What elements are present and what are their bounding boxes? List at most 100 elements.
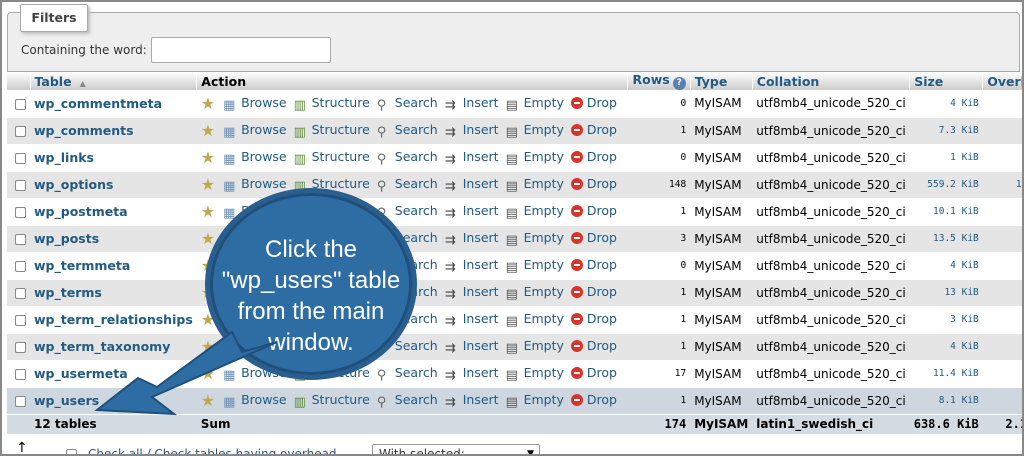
browse-action[interactable]: ▦ Browse	[223, 149, 287, 167]
table-row[interactable]: wp_terms★▦Browse▥Structure⚲Search⇉Insert…	[7, 279, 1022, 307]
table-name-link[interactable]: wp_links	[34, 150, 94, 165]
size-value[interactable]: 13 KiB	[909, 279, 983, 307]
search-action[interactable]: ⚲ Search	[377, 95, 438, 113]
row-checkbox[interactable]	[15, 396, 26, 407]
table-name-link[interactable]: wp_terms	[34, 285, 102, 300]
empty-action[interactable]: ▤ Empty	[506, 95, 564, 113]
filter-input[interactable]	[151, 37, 331, 63]
drop-action[interactable]: Drop	[570, 95, 617, 110]
insert-action[interactable]: ⇉ Insert	[445, 257, 499, 275]
favorite-star-icon[interactable]: ★	[201, 175, 215, 194]
table-row[interactable]: wp_commentmeta ★ ▦ Browse ▥ Structure ⚲ Search ⇉…	[7, 90, 1022, 118]
favorite-star-icon[interactable]: ★	[201, 121, 215, 140]
search-action[interactable]: ⚲ Search	[377, 149, 438, 167]
overhead-value[interactable]	[982, 252, 1022, 280]
header-rows-label[interactable]: Rows	[632, 72, 669, 87]
row-checkbox[interactable]	[15, 342, 26, 353]
check-all-link[interactable]: Check all / Check tables having overhead	[88, 447, 337, 454]
size-value[interactable]: 559.2 KiB	[909, 171, 983, 199]
header-overhead[interactable]: Overhead	[982, 72, 1022, 90]
size-value[interactable]: 4 KiB	[909, 90, 983, 118]
empty-action[interactable]: ▤ Empty	[506, 311, 564, 329]
insert-action[interactable]: ⇉ Insert	[445, 149, 499, 167]
overhead-value[interactable]: 1.8 KiB	[982, 171, 1022, 199]
favorite-star-icon[interactable]: ★	[201, 391, 215, 410]
overhead-value[interactable]	[982, 279, 1022, 307]
table-name-link[interactable]: wp_posts	[34, 231, 99, 246]
row-checkbox[interactable]	[15, 261, 26, 272]
favorite-star-icon[interactable]: ★	[201, 364, 215, 383]
header-collation[interactable]: Collation	[752, 72, 911, 90]
overhead-value[interactable]: 340 B	[982, 360, 1022, 388]
browse-action[interactable]: ▦ Browse	[223, 392, 287, 410]
insert-action[interactable]: ⇉ Insert	[445, 230, 499, 248]
header-rows[interactable]: Rows?	[627, 72, 691, 90]
empty-action[interactable]: ▤ Empty	[506, 338, 564, 356]
insert-action[interactable]: ⇉ Insert	[445, 284, 499, 302]
drop-action[interactable]: Drop	[570, 122, 617, 137]
table-row[interactable]: wp_comments ★ ▦ Browse ▥ Structure ⚲ Search ⇉ Ins…	[7, 117, 1022, 145]
empty-action[interactable]: ▤ Empty	[506, 257, 564, 275]
overhead-value[interactable]	[982, 306, 1022, 334]
with-selected-dropdown[interactable]: With selected: ▼	[372, 444, 540, 454]
drop-action[interactable]: Drop	[570, 311, 617, 326]
size-value[interactable]: 13.5 KiB	[909, 225, 983, 253]
table-name-link[interactable]: wp_commentmeta	[34, 96, 162, 111]
empty-action[interactable]: ▤ Empty	[506, 392, 564, 410]
empty-action[interactable]: ▤ Empty	[506, 122, 564, 140]
structure-action[interactable]: ▥ Structure	[294, 392, 370, 410]
favorite-star-icon[interactable]: ★	[201, 202, 215, 221]
empty-action[interactable]: ▤ Empty	[506, 176, 564, 194]
insert-action[interactable]: ⇉ Insert	[445, 203, 499, 221]
row-checkbox[interactable]	[15, 234, 26, 245]
drop-action[interactable]: Drop	[570, 392, 617, 407]
table-row[interactable]: wp_term_taxonomy★▦Browse▥Structure⚲Searc…	[7, 333, 1022, 361]
header-table-label[interactable]: Table	[35, 74, 72, 89]
structure-action[interactable]: ▥ Structure	[294, 122, 370, 140]
drop-action[interactable]: Drop	[570, 338, 617, 353]
favorite-star-icon[interactable]: ★	[201, 148, 215, 167]
table-row[interactable]: wp_termmeta★▦Browse▥Structure⚲Search⇉Ins…	[7, 252, 1022, 280]
overhead-value[interactable]	[982, 198, 1022, 226]
table-name-link[interactable]: wp_termmeta	[34, 258, 130, 273]
row-checkbox[interactable]	[15, 126, 26, 137]
row-checkbox[interactable]	[15, 315, 26, 326]
insert-action[interactable]: ⇉ Insert	[445, 311, 499, 329]
overhead-value[interactable]	[982, 117, 1022, 145]
insert-action[interactable]: ⇉ Insert	[445, 392, 499, 410]
size-value[interactable]: 11.4 KiB	[909, 360, 983, 388]
row-checkbox[interactable]	[15, 153, 26, 164]
empty-action[interactable]: ▤ Empty	[506, 230, 564, 248]
structure-action[interactable]: ▥ Structure	[294, 149, 370, 167]
header-table[interactable]: Table ▲	[30, 72, 198, 90]
table-name-link[interactable]: wp_term_taxonomy	[34, 339, 170, 354]
drop-action[interactable]: Drop	[570, 149, 617, 164]
overhead-value[interactable]	[982, 387, 1022, 415]
table-row[interactable]: wp_usermeta★▦Browse▥Structure⚲Search⇉Ins…	[7, 360, 1022, 388]
drop-action[interactable]: Drop	[570, 203, 617, 218]
drop-action[interactable]: Drop	[570, 365, 617, 380]
header-size[interactable]: Size	[909, 72, 984, 90]
insert-action[interactable]: ⇉ Insert	[445, 176, 499, 194]
structure-action[interactable]: ▥ Structure	[294, 95, 370, 113]
size-value[interactable]: 1 KiB	[909, 144, 983, 172]
favorite-star-icon[interactable]: ★	[201, 94, 215, 113]
table-row[interactable]: wp_posts★▦Browse▥Structure⚲Search⇉Insert…	[7, 225, 1022, 253]
empty-action[interactable]: ▤ Empty	[506, 284, 564, 302]
overhead-value[interactable]	[982, 333, 1022, 361]
row-checkbox[interactable]	[15, 288, 26, 299]
overhead-value[interactable]	[982, 90, 1022, 118]
check-all-checkbox[interactable]	[66, 449, 77, 454]
drop-action[interactable]: Drop	[570, 284, 617, 299]
empty-action[interactable]: ▤ Empty	[506, 365, 564, 383]
size-value[interactable]: 3 KiB	[909, 306, 983, 334]
table-name-link[interactable]: wp_options	[34, 177, 113, 192]
table-row[interactable]: wp_users ★ ▦ Browse ▥ Structure ⚲ Search ⇉ Insert…	[7, 387, 1022, 415]
drop-action[interactable]: Drop	[570, 230, 617, 245]
drop-action[interactable]: Drop	[570, 257, 617, 272]
row-checkbox[interactable]	[15, 98, 26, 110]
row-checkbox[interactable]	[15, 180, 26, 191]
size-value[interactable]: 8.1 KiB	[909, 387, 983, 415]
row-checkbox[interactable]	[15, 207, 26, 218]
table-name-link[interactable]: wp_users	[34, 393, 99, 408]
